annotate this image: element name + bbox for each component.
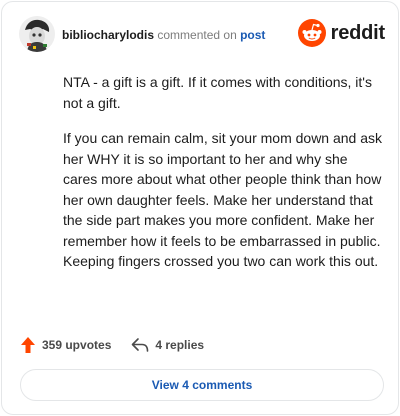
comment-header: bibliocharylodis commented on post reddi…	[19, 16, 385, 54]
comment-meta: bibliocharylodis commented on post	[62, 28, 265, 42]
user-avatar[interactable]	[19, 16, 55, 52]
username-link[interactable]: bibliocharylodis	[62, 28, 154, 42]
reddit-brand[interactable]: reddit	[297, 19, 386, 47]
upvote-count: 359 upvotes	[42, 338, 112, 352]
post-link[interactable]: post	[240, 28, 265, 42]
comment-card: bibliocharylodis commented on post reddi…	[1, 1, 399, 415]
commented-on-text: commented on	[157, 28, 237, 42]
view-comments-button[interactable]: View 4 comments	[20, 369, 384, 401]
reddit-snoo-icon	[297, 19, 326, 47]
reply-arrow-icon	[132, 338, 149, 352]
upvote-arrow-icon	[21, 337, 35, 353]
comment-body: NTA - a gift is a gift. If it comes with…	[63, 72, 383, 287]
reddit-wordmark: reddit	[330, 21, 386, 44]
comment-paragraph: If you can remain calm, sit your mom dow…	[63, 130, 383, 269]
upvote-button[interactable]: 359 upvotes	[20, 336, 111, 354]
comment-actions: 359 upvotes 4 replies	[20, 335, 204, 355]
replies-button[interactable]: 4 replies	[131, 337, 204, 353]
avatar-icon	[19, 16, 55, 52]
reply-count: 4 replies	[155, 338, 205, 352]
comment-paragraph: NTA - a gift is a gift. If it comes with…	[63, 74, 372, 111]
